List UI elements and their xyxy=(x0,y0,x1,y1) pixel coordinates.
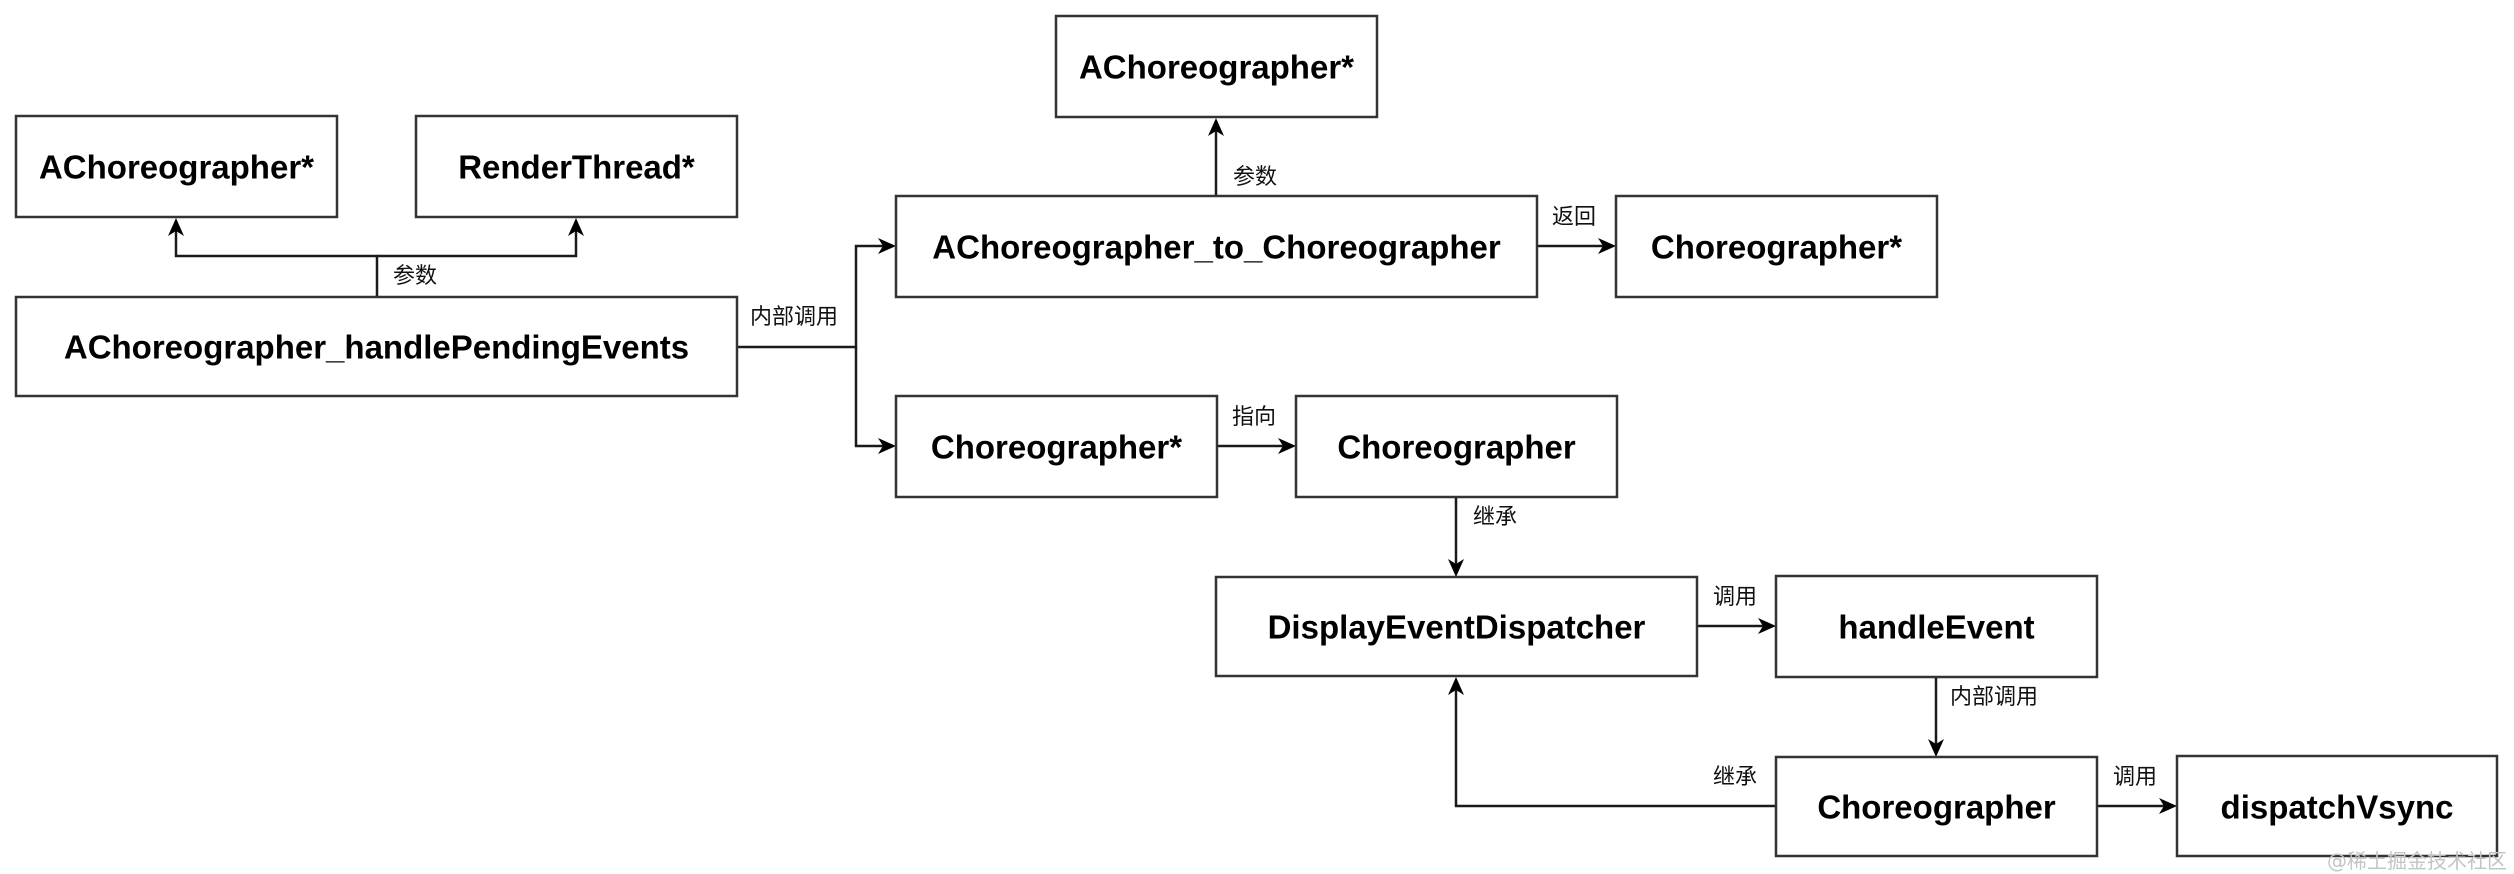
edge-label-internal-call-right: 内部调用 xyxy=(1950,685,2038,710)
node-achoreographer-ptr-left[interactable]: AChoreographer* xyxy=(14,114,339,219)
node-label: Choreographer xyxy=(1337,429,1576,466)
node-label: AChoreographer* xyxy=(39,149,314,186)
edge-call-handle-event xyxy=(1697,618,1776,634)
edge-label-inherits-mid: 继承 xyxy=(1473,505,1517,530)
node-handle-event[interactable]: handleEvent xyxy=(1774,574,2099,679)
edge-label-call-handle-event: 调用 xyxy=(1713,585,1757,610)
node-label: handleEvent xyxy=(1838,609,2034,646)
node-achoreographer-to-choreographer[interactable]: AChoreographer_to_Choreographer xyxy=(894,194,1539,299)
edge-label-inherits-bottom: 继承 xyxy=(1713,765,1757,790)
edge-points-to-choreographer xyxy=(1217,438,1296,454)
edge-internal-call-to-choreographer-ptr xyxy=(854,347,896,454)
edge-label-returns: 返回 xyxy=(1552,205,1596,230)
edge-label-params-top: 参数 xyxy=(1233,165,1277,190)
edge-params-to-achoreographer-left xyxy=(168,218,379,297)
node-display-event-dispatcher[interactable]: DisplayEventDispatcher xyxy=(1214,575,1699,678)
node-renderthread-ptr[interactable]: RenderThread* xyxy=(414,114,739,219)
node-handle-pending-events[interactable]: AChoreographer_handlePendingEvents xyxy=(14,295,739,398)
node-label: Choreographer xyxy=(1817,789,2056,826)
edge-params-to-achoreographer-top xyxy=(1208,118,1224,196)
edge-call-dispatch-vsync xyxy=(2097,798,2177,814)
node-label: RenderThread* xyxy=(458,149,695,186)
node-choreographer-bottom[interactable]: Choreographer xyxy=(1774,755,2099,858)
flow-diagram: AChoreographer* RenderThread* AChoreogra… xyxy=(14,14,2507,873)
node-label: Choreographer* xyxy=(931,429,1182,466)
node-label: dispatchVsync xyxy=(2221,789,2454,826)
edge-label-params-left: 参数 xyxy=(393,264,437,289)
node-choreographer-ptr-mid[interactable]: Choreographer* xyxy=(894,394,1219,499)
edge-label-internal-call-left: 内部调用 xyxy=(750,305,838,330)
watermark: @稀土掘金技术社区 xyxy=(2327,849,2507,873)
node-label: AChoreographer* xyxy=(1079,49,1354,86)
node-achoreographer-ptr-top[interactable]: AChoreographer* xyxy=(1054,14,1379,119)
edge-label-call-dispatch-vsync: 调用 xyxy=(2113,765,2157,790)
node-dispatch-vsync[interactable]: dispatchVsync xyxy=(2175,754,2499,858)
node-choreographer-mid[interactable]: Choreographer xyxy=(1294,394,1619,499)
node-label: DisplayEventDispatcher xyxy=(1268,609,1646,646)
node-choreographer-ptr-right[interactable]: Choreographer* xyxy=(1614,194,1939,299)
edge-label-points-to: 指向 xyxy=(1232,405,1276,430)
node-label: AChoreographer_to_Choreographer xyxy=(932,229,1501,266)
edge-returns-to-choreographer-ptr xyxy=(1537,238,1616,254)
node-label: Choreographer* xyxy=(1651,229,1902,266)
edge-internal-call-to-achoreographer-to-choreographer xyxy=(737,238,896,349)
edge-inherits-display-event-dispatcher xyxy=(1448,497,1464,577)
edge-internal-call-choreographer-bottom xyxy=(1928,677,1944,757)
edge-params-to-renderthread xyxy=(377,218,584,258)
node-label: AChoreographer_handlePendingEvents xyxy=(64,329,689,366)
